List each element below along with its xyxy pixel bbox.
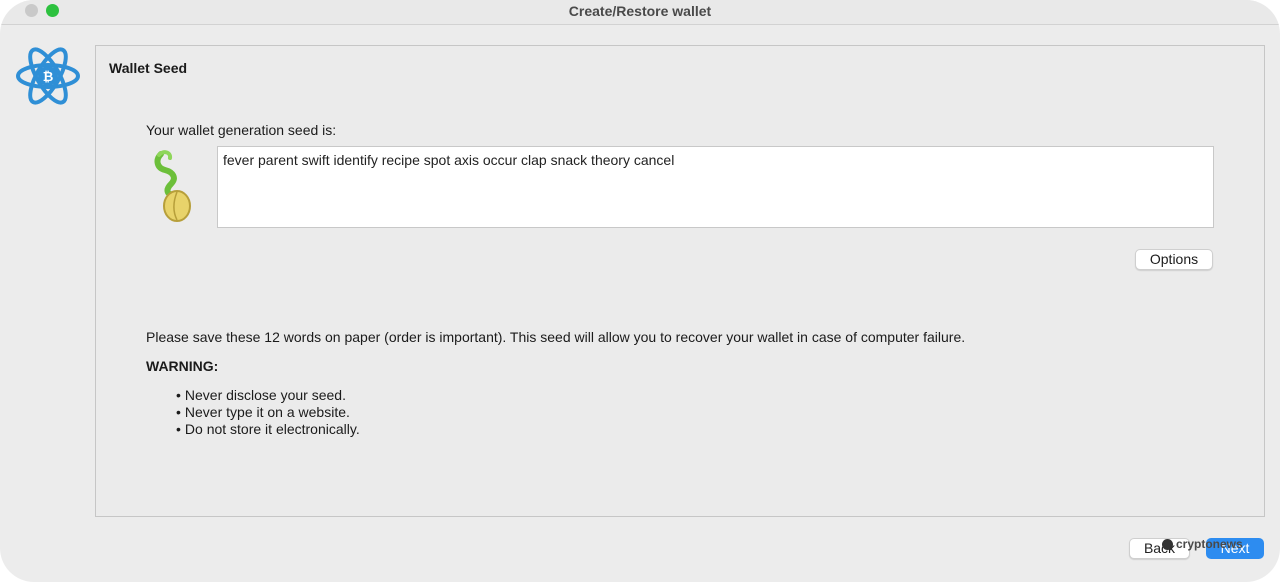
watermark: cryptonews: [1162, 537, 1243, 551]
warning-list: Never disclose your seed. Never type it …: [176, 387, 360, 438]
wallet-window: Create/Restore wallet ₿ Wallet Seed Your…: [0, 0, 1280, 582]
window-title: Create/Restore wallet: [568, 3, 712, 19]
options-button[interactable]: Options: [1135, 249, 1213, 270]
warning-item: Do not store it electronically.: [176, 421, 360, 438]
warning-title: WARNING:: [146, 358, 219, 374]
watermark-text: cryptonews: [1176, 537, 1243, 551]
seed-text-field[interactable]: fever parent swift identify recipe spot …: [217, 146, 1214, 228]
wallet-seed-panel: Wallet Seed Your wallet generation seed …: [95, 45, 1265, 517]
svg-text:₿: ₿: [43, 70, 54, 85]
cryptonews-logo-icon: [1162, 538, 1173, 550]
instructions-text: Please save these 12 words on paper (ord…: [146, 329, 966, 345]
panel-title: Wallet Seed: [109, 60, 188, 76]
title-bar: Create/Restore wallet: [0, 0, 1280, 25]
seed-icon: [154, 150, 191, 222]
seed-label: Your wallet generation seed is:: [146, 122, 337, 138]
warning-item: Never type it on a website.: [176, 404, 360, 421]
warning-item: Never disclose your seed.: [176, 387, 360, 404]
electrum-logo-icon: ₿: [16, 47, 80, 105]
